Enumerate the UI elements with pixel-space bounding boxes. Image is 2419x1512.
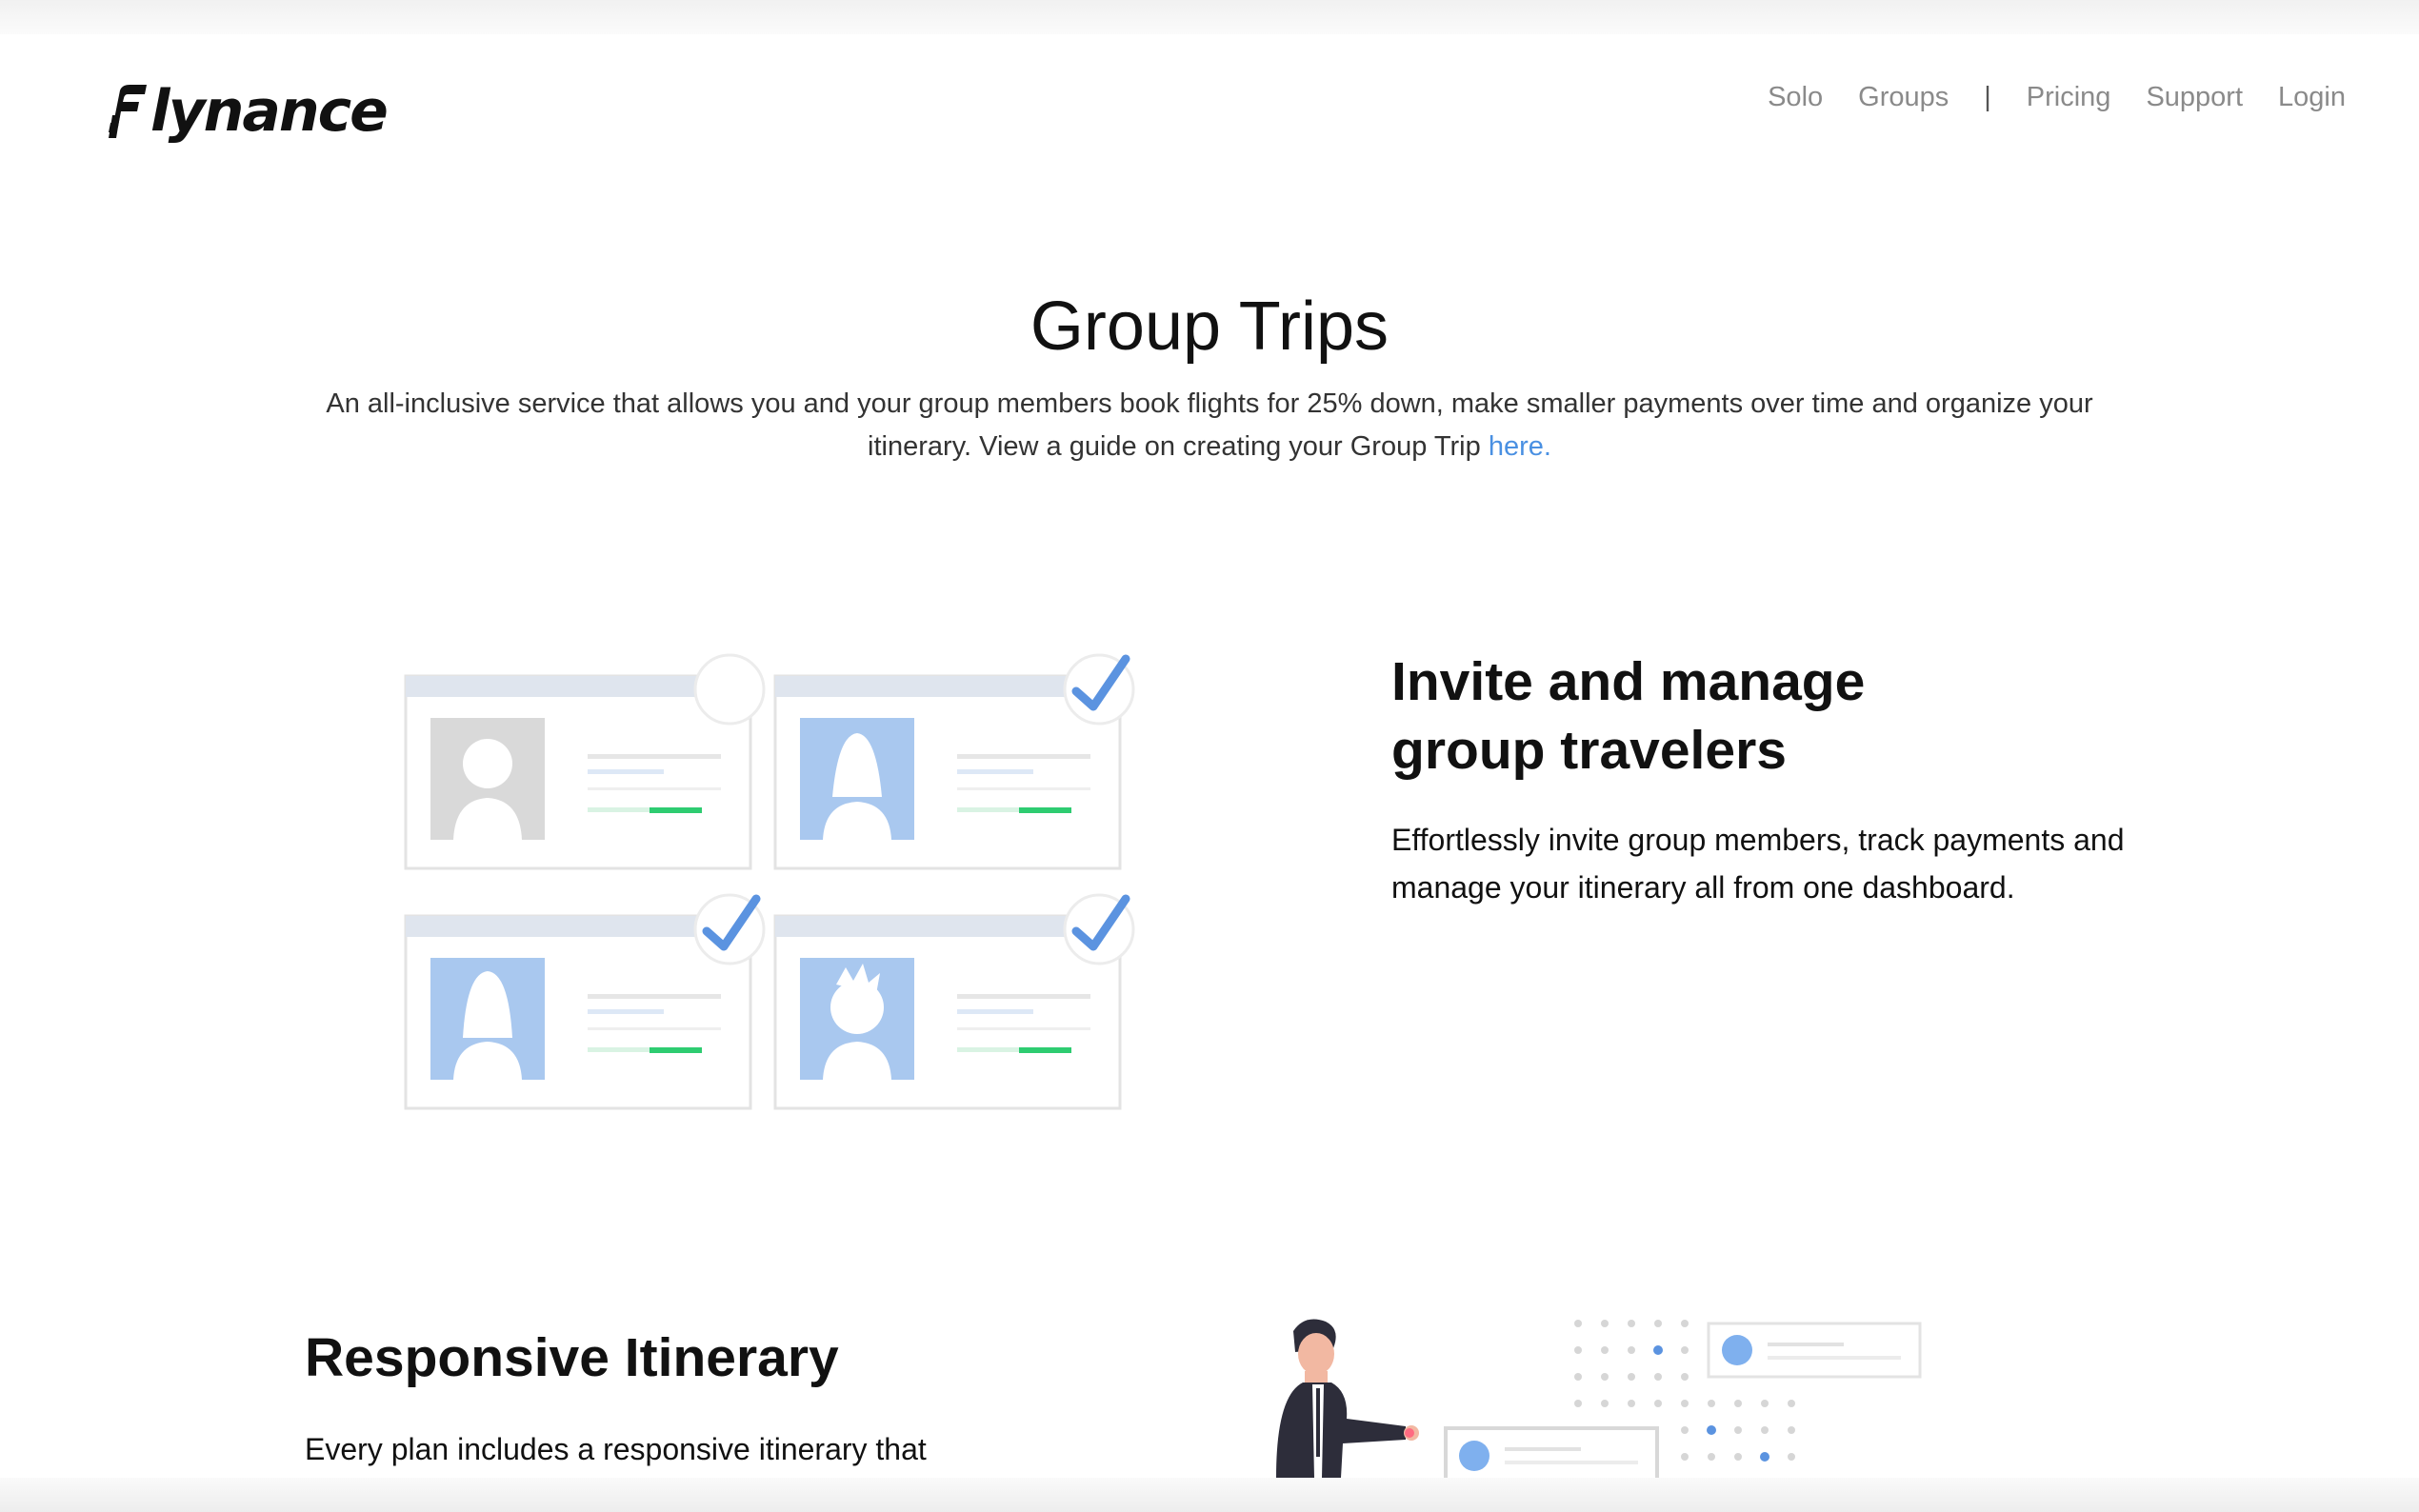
invite-section-title: Invite and manage group travelers [1391, 647, 2115, 785]
itinerary-illustration [1229, 1314, 1952, 1487]
hero-description: An all-inclusive service that allows you… [305, 383, 2114, 468]
traveler-card-4 [773, 893, 1135, 1110]
itinerary-section-title: Responsive Itinerary [305, 1327, 839, 1388]
bottom-browser-strip [0, 1478, 2419, 1512]
page-title: Group Trips [1030, 288, 1389, 365]
traveler-card-3 [404, 893, 766, 1110]
guide-link[interactable]: here. [1489, 431, 1551, 462]
flynance-logo[interactable]: lynance [107, 78, 389, 145]
itinerary-section-description: Every plan includes a responsive itinera… [305, 1432, 927, 1466]
unchecked-circle-icon [693, 653, 766, 726]
nav-support[interactable]: Support [2146, 82, 2243, 113]
businessman-figure [1276, 1319, 1419, 1478]
top-navigation: Solo Groups | Pricing Support Login [1768, 82, 2346, 113]
flynance-logo-mark-icon [107, 83, 149, 140]
nav-groups[interactable]: Groups [1858, 82, 1949, 113]
logo-text: lynance [150, 78, 389, 145]
nav-login[interactable]: Login [2278, 82, 2346, 113]
group-travelers-illustration [392, 640, 1154, 1116]
nav-pricing[interactable]: Pricing [2027, 82, 2111, 113]
invite-title-line-2: group travelers [1391, 720, 1787, 781]
traveler-card-2 [773, 653, 1135, 870]
top-browser-strip [0, 0, 2419, 34]
nav-solo[interactable]: Solo [1768, 82, 1823, 113]
invite-title-line-1: Invite and manage [1391, 651, 1866, 712]
traveler-card-1 [404, 653, 766, 870]
invite-section-description: Effortlessly invite group members, track… [1391, 823, 2125, 905]
hero-description-text: An all-inclusive service that allows you… [326, 388, 2093, 462]
nav-divider: | [1984, 82, 1991, 112]
